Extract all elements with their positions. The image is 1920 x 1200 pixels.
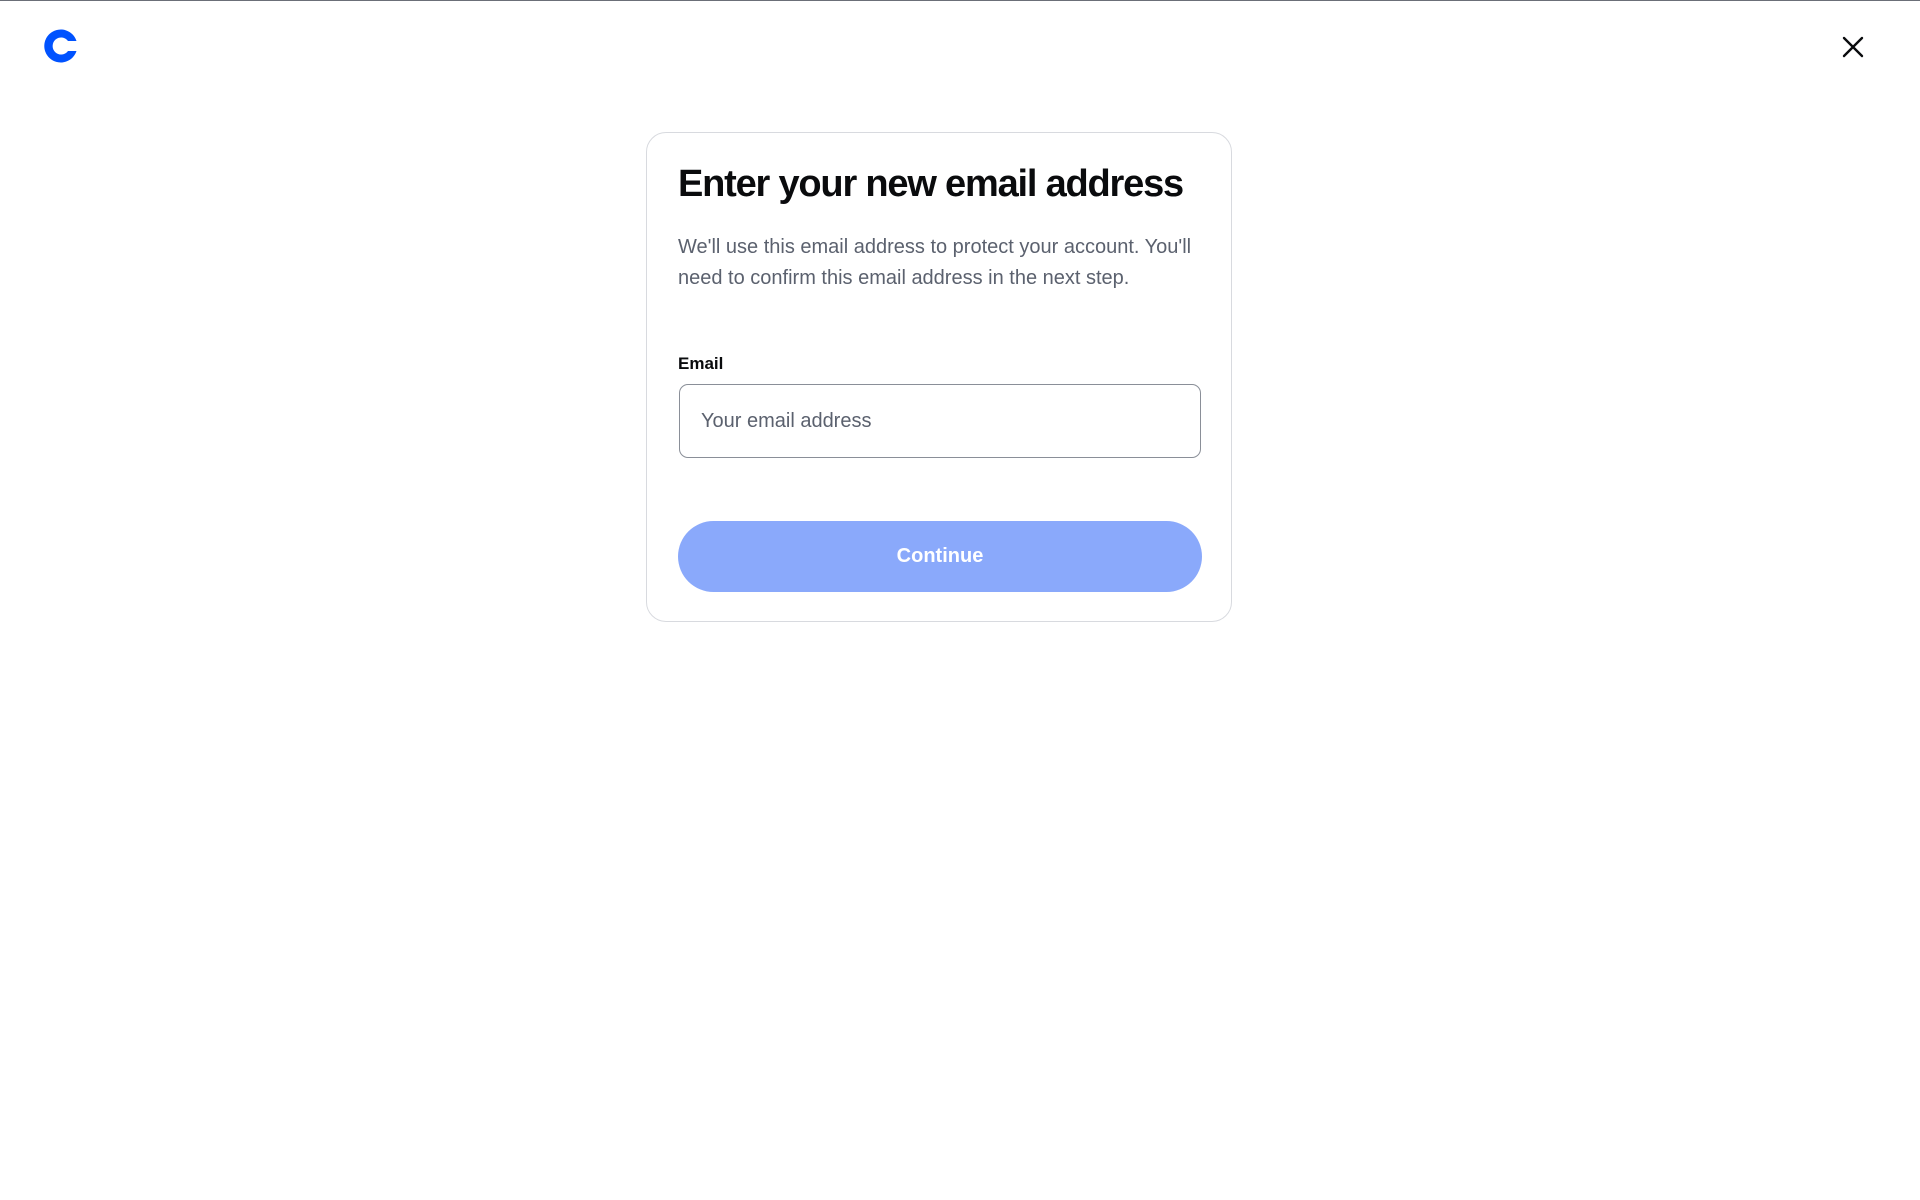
close-icon	[1842, 36, 1864, 58]
email-label: Email	[678, 354, 724, 373]
top-border	[0, 0, 1920, 1]
email-input[interactable]	[679, 384, 1201, 458]
continue-button[interactable]: Continue	[678, 521, 1202, 592]
card-description: We'll use this email address to protect …	[678, 236, 1192, 289]
logo-ring	[44, 29, 77, 63]
close-button[interactable]	[1832, 26, 1874, 68]
card-title: Enter your new email address	[678, 163, 1184, 205]
email-card: Enter your new email address We'll use t…	[646, 132, 1232, 622]
coinbase-logo-icon[interactable]	[40, 25, 82, 67]
